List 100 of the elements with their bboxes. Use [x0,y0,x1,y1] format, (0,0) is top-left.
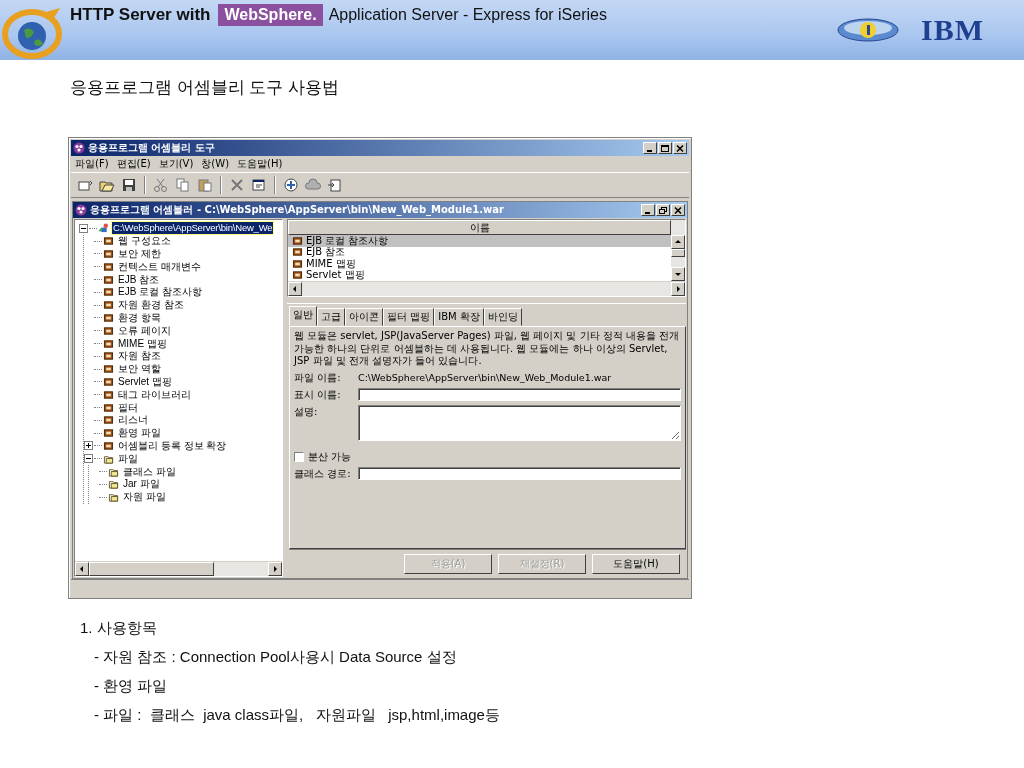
component-icon [103,300,114,311]
tree-item[interactable]: 필터 [117,401,139,414]
expand-icon[interactable] [84,441,93,451]
component-icon [103,312,114,323]
list-row[interactable]: MIME 맵핑 [288,258,671,270]
input-field[interactable] [358,388,681,401]
tree-item[interactable]: Servlet 맵핑 [117,375,173,388]
field-label: 설명: [294,404,319,419]
banner-subtitle: Application Server - Express for iSeries [328,6,607,24]
tree-item[interactable]: 자원 참조 [117,350,162,363]
up-arrow-icon [675,239,681,245]
horizontal-scrollbar[interactable] [75,561,282,576]
minimize-button[interactable] [643,142,657,154]
tree-item[interactable]: 컨텍스트 매개변수 [117,260,202,273]
restore-button[interactable] [656,204,670,216]
text-area[interactable] [358,404,681,441]
list-row[interactable]: EJB 참조 [288,246,671,258]
maximize-button[interactable] [658,142,672,154]
globe-add-icon[interactable] [281,177,301,193]
scroll-thumb[interactable] [89,562,215,576]
component-icon [103,428,114,439]
left-arrow-icon [79,566,85,572]
menu-item[interactable]: 편집(E) [116,157,151,171]
collapse-icon[interactable] [79,223,88,233]
dialog-button[interactable]: 도움말(H) [592,554,680,574]
close-button[interactable] [671,204,685,216]
notes-heading: 1. 사용항목 [80,619,158,638]
tree-item[interactable]: 웹 구성요소 [117,235,172,248]
paste-icon[interactable] [195,177,215,193]
input-field[interactable] [358,467,681,480]
tree-item[interactable]: 보안 역할 [117,363,162,376]
bullet-text: - 환영 파일 [94,677,169,696]
right-arrow-icon [675,286,681,292]
tab[interactable]: IBM 확장 [434,308,484,326]
tab[interactable]: 필터 맵핑 [383,308,435,326]
app-icon [75,204,87,216]
brand-label: WebSphere. [218,4,323,26]
tree-item[interactable]: 클래스 파일 [122,465,177,478]
horizontal-scrollbar[interactable] [288,281,685,296]
menu-item[interactable]: 창(W) [201,157,230,171]
tree-item[interactable]: EJB 로컬 참조사항 [117,286,203,299]
checkbox-label: 분산 가능 [308,449,352,464]
menu-item[interactable]: 보기(V) [158,157,194,171]
tree-item[interactable]: 보안 제한 [117,248,162,260]
component-icon [103,389,114,400]
folder-icon [108,492,119,503]
column-header[interactable]: 이름 [288,220,671,235]
component-icon [103,325,114,336]
close-icon [676,144,684,152]
list-row-label: MIME 맵핑 [306,257,356,270]
list-row[interactable]: EJB 로컬 참조사항 [288,235,671,247]
description-text: 웹 모듈은 servlet, JSP(JavaServer Pages) 파일, 웹 페이지 및 기타 정적 내용을 전개 가능한 하나의 단위로 어셈블하는 데 사용됩니다. 웹 모듈에는 하나 이상의 Servlet, JSP 파일 및 전개 설명자가 들어 있습니다. [294,330,681,368]
component-icon [103,351,114,362]
scroll-thumb[interactable] [671,249,685,257]
window-title: 응용프로그램 어셈블러 - C:\WebSphere\AppServer\bin\New_Web_Module1.war [90,203,506,217]
component-icon [103,236,114,247]
tree-item[interactable]: 태그 라이브러리 [117,388,192,401]
tree-item[interactable]: C:\WebSphere\AppServer\bin\New_We [112,222,274,235]
restore-icon [659,206,667,214]
checkbox[interactable] [294,451,304,462]
list-row[interactable]: Servlet 맵핑 [288,269,671,281]
menu-item[interactable]: 파일(F) [75,157,109,171]
tree-item[interactable]: 자원 파일 [122,491,167,504]
oval-logo-icon [837,17,899,43]
tree-item[interactable]: 환영 파일 [117,427,162,440]
tree-item[interactable]: 오류 페이지 [117,324,172,337]
component-icon [103,338,114,349]
tree-item[interactable]: 어셈블리 등록 정보 확장 [117,439,228,452]
close-button[interactable] [673,142,687,154]
tab[interactable]: 아이콘 [345,308,383,326]
component-icon [103,364,114,375]
menu-item[interactable]: 도움말(H) [237,157,283,171]
component-icon [292,235,303,246]
component-icon [103,274,114,285]
component-icon [103,261,114,272]
component-icon [103,249,114,259]
vertical-scrollbar[interactable] [671,220,685,281]
component-icon [292,247,303,258]
down-arrow-icon [675,271,681,277]
folder-icon [108,479,119,490]
tab[interactable]: 바인딩 [483,308,522,326]
field-label: 클래스 경로: [294,466,352,481]
tab[interactable]: 일반 [289,306,317,326]
list-row-label: Servlet 맵핑 [306,269,365,281]
collapse-icon[interactable] [84,454,93,464]
minimize-button[interactable] [641,204,655,216]
component-icon [292,258,303,269]
tree-item[interactable]: 환경 항목 [117,311,162,324]
tree-item[interactable]: Jar 파일 [122,478,161,491]
tree-item[interactable]: MIME 맵핑 [117,337,168,350]
maximize-icon [661,144,669,152]
company-logo: IBM [921,15,984,45]
tab[interactable]: 고급 [317,308,345,326]
tree-item[interactable]: EJB 참조 [117,273,161,286]
tree-item[interactable]: 자원 환경 참조 [117,299,185,312]
bullet-text: - 자원 참조 : Connection Pool사용시 Data Source 설정 [94,648,458,667]
tree-item[interactable]: 파일 [117,452,139,465]
tree-item[interactable]: 리스너 [117,414,149,427]
component-icon [103,402,114,413]
left-arrow-icon [292,286,298,292]
